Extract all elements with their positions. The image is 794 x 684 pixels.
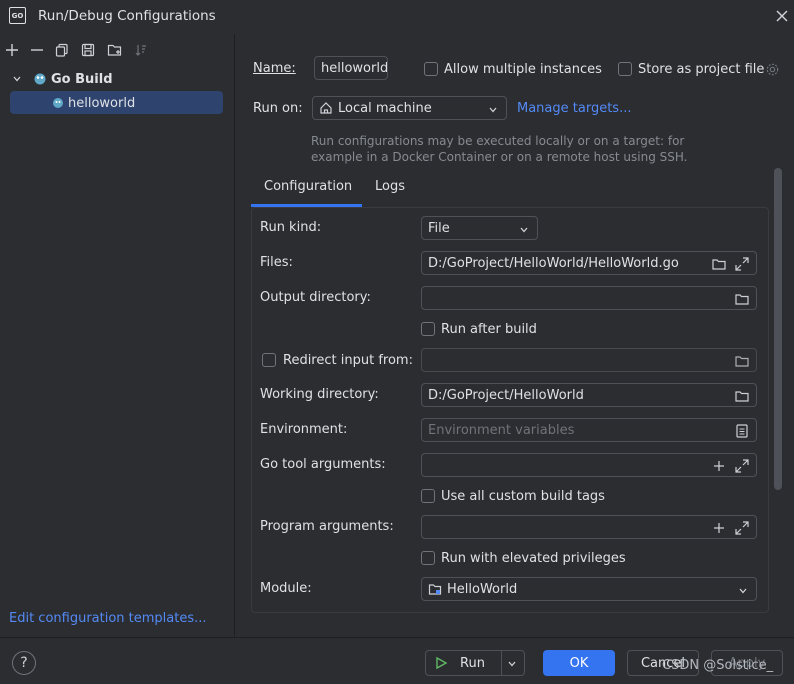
elevated-privileges-label: Run with elevated privileges bbox=[441, 551, 626, 566]
folder-icon[interactable] bbox=[734, 353, 750, 369]
module-label: Module: bbox=[260, 581, 312, 596]
name-label: Name: bbox=[253, 61, 296, 76]
files-label: Files: bbox=[260, 255, 293, 270]
copy-icon[interactable] bbox=[54, 42, 70, 58]
working-dir-input[interactable]: D:/GoProject/HelloWorld bbox=[421, 383, 757, 407]
tree-item-label: helloworld bbox=[68, 95, 136, 111]
allow-multiple-label: Allow multiple instances bbox=[444, 62, 602, 77]
store-project-checkbox[interactable] bbox=[618, 62, 632, 76]
plus-icon[interactable] bbox=[711, 520, 727, 536]
custom-build-tags-label: Use all custom build tags bbox=[441, 489, 605, 504]
add-icon[interactable] bbox=[4, 42, 20, 58]
custom-build-tags-checkbox[interactable] bbox=[421, 489, 435, 503]
folder-icon[interactable] bbox=[734, 291, 750, 307]
manage-targets-link[interactable]: Manage targets... bbox=[517, 101, 631, 116]
run-after-build-checkbox[interactable] bbox=[421, 322, 435, 336]
program-args-input[interactable] bbox=[421, 515, 757, 539]
plus-icon[interactable] bbox=[711, 458, 727, 474]
expand-icon[interactable] bbox=[734, 256, 750, 272]
list-icon[interactable] bbox=[734, 423, 750, 439]
save-icon[interactable] bbox=[80, 42, 96, 58]
run-after-build-label: Run after build bbox=[441, 322, 537, 337]
help-icon: ? bbox=[20, 655, 28, 671]
tree-item-helloworld[interactable]: helloworld bbox=[52, 92, 135, 114]
module-dropdown[interactable]: HelloWorld bbox=[421, 577, 757, 601]
configurations-sidebar bbox=[0, 34, 235, 637]
files-input[interactable]: D:/GoProject/HelloWorld/HelloWorld.go bbox=[421, 251, 757, 275]
go-gopher-icon bbox=[33, 72, 47, 86]
elevated-privileges-checkbox[interactable] bbox=[421, 551, 435, 565]
output-dir-label: Output directory: bbox=[260, 290, 371, 305]
goland-logo-icon: GO bbox=[9, 7, 26, 24]
chevron-down-icon bbox=[738, 585, 748, 600]
folder-icon[interactable] bbox=[711, 256, 727, 272]
home-icon bbox=[319, 101, 333, 115]
new-folder-icon[interactable] bbox=[107, 42, 123, 58]
run-options-chevron-icon[interactable] bbox=[507, 658, 517, 673]
sort-icon[interactable] bbox=[133, 42, 149, 58]
go-tool-args-input[interactable] bbox=[421, 453, 757, 477]
play-icon bbox=[434, 656, 448, 670]
go-tool-args-label: Go tool arguments: bbox=[260, 457, 386, 472]
chevron-down-icon bbox=[519, 224, 529, 239]
redirect-input-label: Redirect input from: bbox=[283, 353, 413, 368]
environment-input[interactable]: Environment variables bbox=[421, 418, 757, 442]
go-file-icon bbox=[52, 96, 64, 110]
scrollbar[interactable] bbox=[774, 168, 782, 490]
run-on-dropdown[interactable]: Local machine bbox=[312, 96, 507, 120]
close-icon[interactable] bbox=[774, 8, 790, 24]
remove-icon[interactable] bbox=[29, 42, 45, 58]
redirect-input-field[interactable] bbox=[421, 348, 757, 372]
tab-configuration[interactable]: Configuration bbox=[264, 179, 352, 194]
allow-multiple-checkbox[interactable] bbox=[424, 62, 438, 76]
run-on-label: Run on: bbox=[253, 101, 303, 116]
edit-templates-link[interactable]: Edit configuration templates... bbox=[9, 611, 207, 626]
run-button-divider bbox=[501, 651, 502, 675]
window-title: Run/Debug Configurations bbox=[38, 8, 216, 24]
expand-icon[interactable] bbox=[734, 458, 750, 474]
gear-icon[interactable] bbox=[765, 62, 780, 81]
watermark: CSDN @Solstice_ bbox=[662, 658, 774, 673]
tree-group-label: Go Build bbox=[51, 71, 113, 87]
help-button[interactable]: ? bbox=[12, 651, 36, 675]
chevron-down-icon[interactable] bbox=[12, 73, 22, 88]
folder-icon[interactable] bbox=[734, 388, 750, 404]
run-kind-label: Run kind: bbox=[260, 220, 322, 235]
name-input[interactable]: helloworld bbox=[314, 56, 388, 80]
redirect-input-checkbox[interactable] bbox=[262, 353, 276, 367]
program-args-label: Program arguments: bbox=[260, 519, 394, 534]
store-project-label: Store as project file bbox=[638, 62, 765, 77]
output-dir-input[interactable] bbox=[421, 286, 757, 310]
tab-logs[interactable]: Logs bbox=[375, 179, 405, 194]
ok-button[interactable]: OK bbox=[543, 650, 615, 676]
run-kind-dropdown[interactable]: File bbox=[421, 216, 538, 240]
run-on-hint: Run configurations may be executed local… bbox=[311, 134, 688, 164]
chevron-down-icon bbox=[488, 104, 498, 119]
working-dir-label: Working directory: bbox=[260, 387, 379, 402]
environment-label: Environment: bbox=[260, 422, 348, 437]
expand-icon[interactable] bbox=[734, 520, 750, 536]
tree-group-go-build[interactable]: Go Build bbox=[33, 68, 113, 90]
module-folder-icon bbox=[428, 582, 442, 596]
